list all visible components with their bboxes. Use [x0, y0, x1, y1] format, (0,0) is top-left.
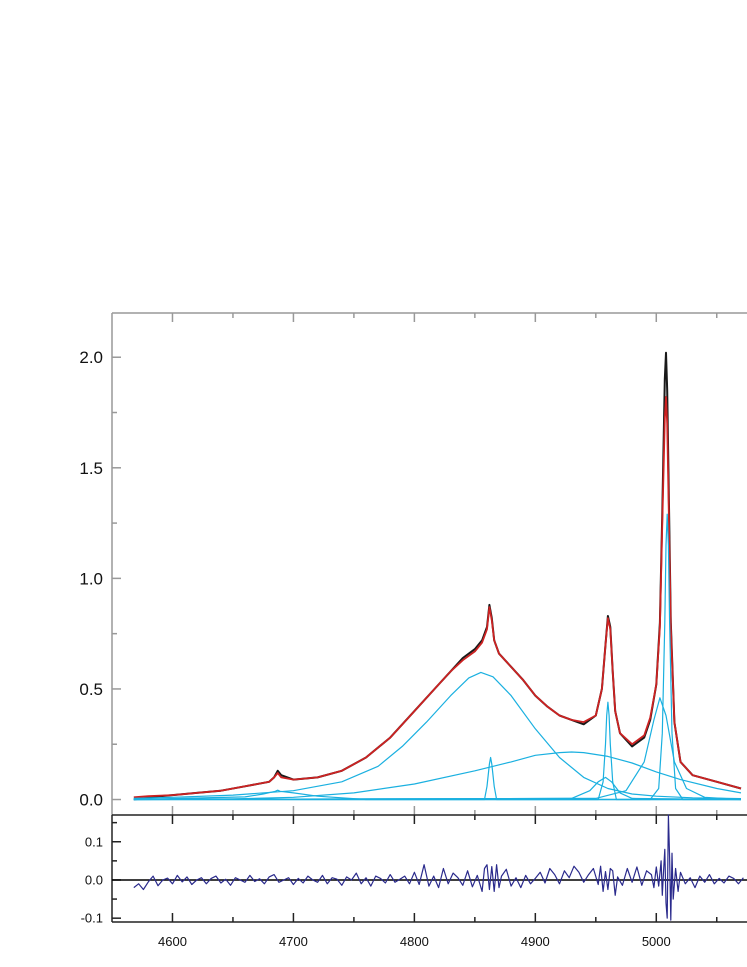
- spectral-fit-figure: 0.0 0.5 1.0 1.5 2.0 -0.1 0.0 0.1 4600 4700 4800 4…: [0, 0, 747, 967]
- residual-y-tick-label-2: 0.1: [85, 834, 103, 849]
- x-tick-label-1: 4700: [279, 934, 308, 949]
- x-tick-label-2: 4800: [400, 934, 429, 949]
- x-tick-label-3: 4900: [521, 934, 550, 949]
- x-tick-label-4: 5000: [642, 934, 671, 949]
- residual-y-tick-label-0: -0.1: [81, 911, 103, 926]
- main-y-tick-label-4: 2.0: [79, 348, 103, 367]
- residual-y-tick-label-1: 0.0: [85, 872, 103, 887]
- x-tick-label-0: 4600: [158, 934, 187, 949]
- residual-y-tick-labels: -0.1 0.0 0.1: [81, 834, 103, 925]
- main-y-tick-label-1: 0.5: [79, 680, 103, 699]
- main-y-tick-label-0: 0.0: [79, 791, 103, 810]
- main-y-tick-label-3: 1.5: [79, 459, 103, 478]
- main-y-tick-label-2: 1.0: [79, 569, 103, 588]
